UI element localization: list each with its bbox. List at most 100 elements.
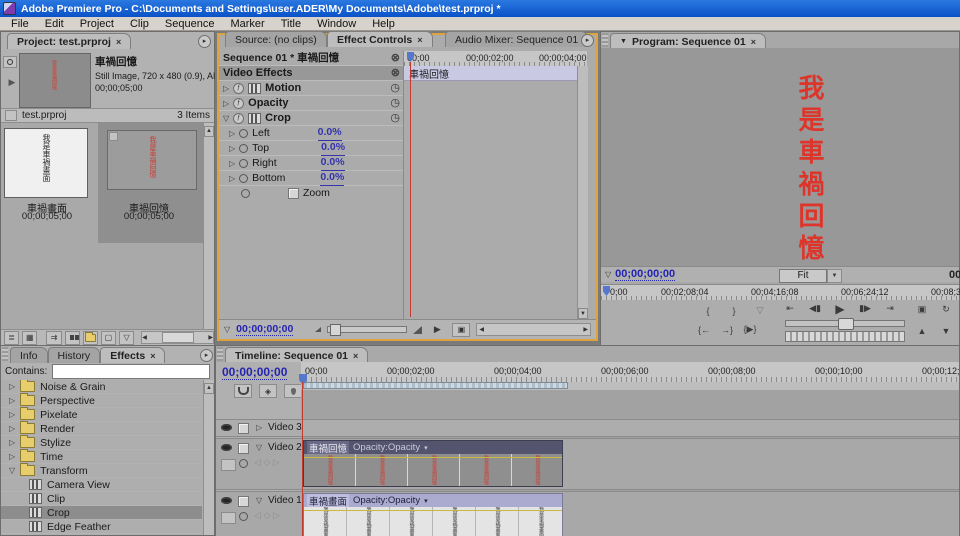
play-button[interactable]: ▶	[831, 302, 849, 315]
twirl-icon[interactable]: ▷	[9, 382, 15, 391]
scroll-up-icon[interactable]: ▲	[204, 126, 214, 137]
twirl-icon[interactable]: ▷	[229, 156, 235, 171]
list-view-button[interactable]: ≣	[4, 331, 19, 345]
effect-crop[interactable]: Crop	[1, 506, 202, 520]
clip-effect-label[interactable]: Opacity:Opacity	[353, 442, 420, 453]
keyframe-nav-icons[interactable]: ◁ ◇ ▷	[254, 510, 280, 521]
twirl-icon[interactable]: ▷	[9, 438, 15, 447]
ec-param-top[interactable]: ▷ Top 0.0%	[219, 141, 403, 156]
toggle-animation-icon[interactable]	[239, 174, 248, 183]
icon-view-button[interactable]: ▦	[22, 331, 37, 345]
lift-button[interactable]: ▲	[913, 324, 931, 337]
ec-effect-row-crop[interactable]: ▽ ƒ Crop ◷	[219, 111, 403, 126]
opacity-rubber-band[interactable]	[304, 510, 562, 511]
effect-enabled-icon[interactable]: ƒ	[233, 83, 244, 94]
folder-transform[interactable]: ▽Transform	[1, 464, 202, 478]
panel-menu-button[interactable]: ▸	[581, 34, 594, 47]
tab-program[interactable]: ▼ Program: Sequence 01 ×	[610, 33, 766, 49]
twirl-icon[interactable]: ▷	[9, 396, 15, 405]
toggle-keyframes-icon[interactable]	[239, 512, 248, 521]
param-value[interactable]: 0.0%	[321, 155, 345, 171]
menu-title[interactable]: Title	[274, 18, 308, 30]
tab-source[interactable]: Source: (no clips)	[225, 31, 327, 47]
close-icon[interactable]: ×	[116, 37, 121, 47]
step-forward-button[interactable]: ▮▶	[856, 302, 874, 315]
close-icon[interactable]: ×	[417, 35, 422, 45]
set-in-point-button[interactable]: {	[699, 304, 717, 317]
panel-grabber[interactable]	[217, 347, 223, 361]
scroll-left-icon[interactable]: ◀	[477, 326, 484, 333]
tab-effects[interactable]: Effects×	[100, 347, 165, 363]
folder-perspective[interactable]: ▷Perspective	[1, 394, 202, 408]
menu-window[interactable]: Window	[310, 18, 363, 30]
tab-effect-controls[interactable]: Effect Controls×	[327, 31, 433, 47]
program-timecode[interactable]: 00;00;00;00	[615, 268, 675, 281]
menu-project[interactable]: Project	[73, 18, 121, 30]
stopwatch-icon[interactable]: ◷	[390, 111, 400, 126]
ec-param-left[interactable]: ▷ Left 0.0%	[219, 126, 403, 141]
toggle-track-output-icon[interactable]	[221, 444, 232, 451]
twirl-icon[interactable]: ▷	[9, 452, 15, 461]
project-hscrollbar[interactable]: ◀ ▶	[141, 331, 214, 344]
chapter-marker-button[interactable]: ◈	[259, 384, 277, 398]
twirl-icon[interactable]: ▽	[223, 111, 229, 126]
zoom-in-icon[interactable]	[413, 326, 422, 334]
work-area-bar[interactable]	[303, 382, 568, 389]
set-marker-button[interactable]: ▽	[751, 304, 769, 317]
bin-row[interactable]: test.prproj 3 Items	[1, 108, 214, 123]
toggle-animation-icon[interactable]	[239, 144, 248, 153]
goto-previous-edit-button[interactable]: ⇤	[781, 302, 799, 315]
menu-clip[interactable]: Clip	[123, 18, 156, 30]
twirl-icon[interactable]: ▷	[229, 171, 235, 186]
ec-param-right[interactable]: ▷ Right 0.0%	[219, 156, 403, 171]
effect-enabled-icon[interactable]: ƒ	[233, 113, 244, 124]
stopwatch-icon[interactable]: ◷	[390, 81, 400, 96]
goto-next-marker-button[interactable]: →}	[718, 323, 736, 336]
effects-scrollbar[interactable]: ▲	[203, 380, 214, 535]
scroll-up-icon[interactable]: ▲	[204, 383, 214, 394]
show-hide-effects-icon[interactable]: ⊗	[391, 51, 400, 66]
timeline-timecode[interactable]: 00;00;00;00	[222, 365, 287, 380]
list-item[interactable]: 我是車禍畫面 車禍畫面 00;00;05;00	[1, 123, 98, 243]
ec-hscrollbar[interactable]: ◀ ▶	[476, 323, 591, 336]
tab-timeline[interactable]: Timeline: Sequence 01×	[225, 347, 368, 363]
twirl-icon[interactable]: ▷	[256, 423, 262, 432]
zoom-out-icon[interactable]	[315, 327, 321, 332]
twirl-icon[interactable]: ▽	[9, 466, 15, 475]
effect-clip[interactable]: Clip	[1, 492, 202, 506]
play-effect-button[interactable]: ▶	[428, 323, 446, 336]
timeline-clip-v1[interactable]: 車禍畫面 Opacity:Opacity ▾ 我是車禍畫面 我是車禍畫面 我是車…	[303, 493, 563, 536]
ec-clip-bar[interactable]: 車禍回憶	[404, 66, 579, 81]
twirl-icon[interactable]: ▷	[9, 410, 15, 419]
extract-button[interactable]: ▼	[937, 324, 955, 337]
zoom-checkbox[interactable]	[288, 188, 299, 199]
folder-time[interactable]: ▷Time	[1, 450, 202, 464]
shuttle-slider[interactable]	[785, 320, 905, 327]
snap-button[interactable]	[234, 384, 252, 398]
automate-to-sequence-button[interactable]: ⇉	[46, 331, 61, 345]
poster-frame-icon[interactable]	[3, 56, 17, 68]
set-display-style-button[interactable]	[221, 512, 236, 524]
play-in-to-out-button[interactable]: {▶}	[741, 323, 759, 336]
close-icon[interactable]: ×	[751, 37, 756, 47]
panel-grabber[interactable]	[602, 33, 608, 47]
scroll-right-icon[interactable]: ▶	[208, 334, 213, 341]
loop-button[interactable]: ↻	[937, 303, 955, 316]
export-frame-button[interactable]: ▣	[913, 303, 931, 316]
toggle-track-output-icon[interactable]	[221, 424, 232, 431]
twirl-icon[interactable]: ▷	[223, 81, 229, 96]
ec-param-zoom[interactable]: Zoom	[219, 186, 403, 201]
snapshot-button[interactable]: ▣	[452, 323, 470, 337]
track-lock-checkbox[interactable]	[238, 423, 249, 434]
project-scrollbar[interactable]: ▲	[203, 123, 214, 329]
zoom-slider[interactable]	[327, 326, 407, 333]
playhead-handle[interactable]	[603, 286, 610, 296]
ec-effect-row-motion[interactable]: ▷ ƒ Motion ◷	[219, 81, 403, 96]
timeline-ruler[interactable]: 00;00 00;00;02;00 00;00;04;00 00;00;06;0…	[301, 362, 959, 383]
tab-audio-mixer[interactable]: Audio Mixer: Sequence 01	[445, 31, 588, 47]
jog-wheel[interactable]	[785, 331, 905, 342]
goto-prev-marker-button[interactable]: {←	[695, 323, 713, 336]
new-bin-button[interactable]	[83, 331, 98, 345]
scroll-left-icon[interactable]: ◀	[142, 334, 147, 341]
toggle-animation-icon[interactable]	[239, 159, 248, 168]
